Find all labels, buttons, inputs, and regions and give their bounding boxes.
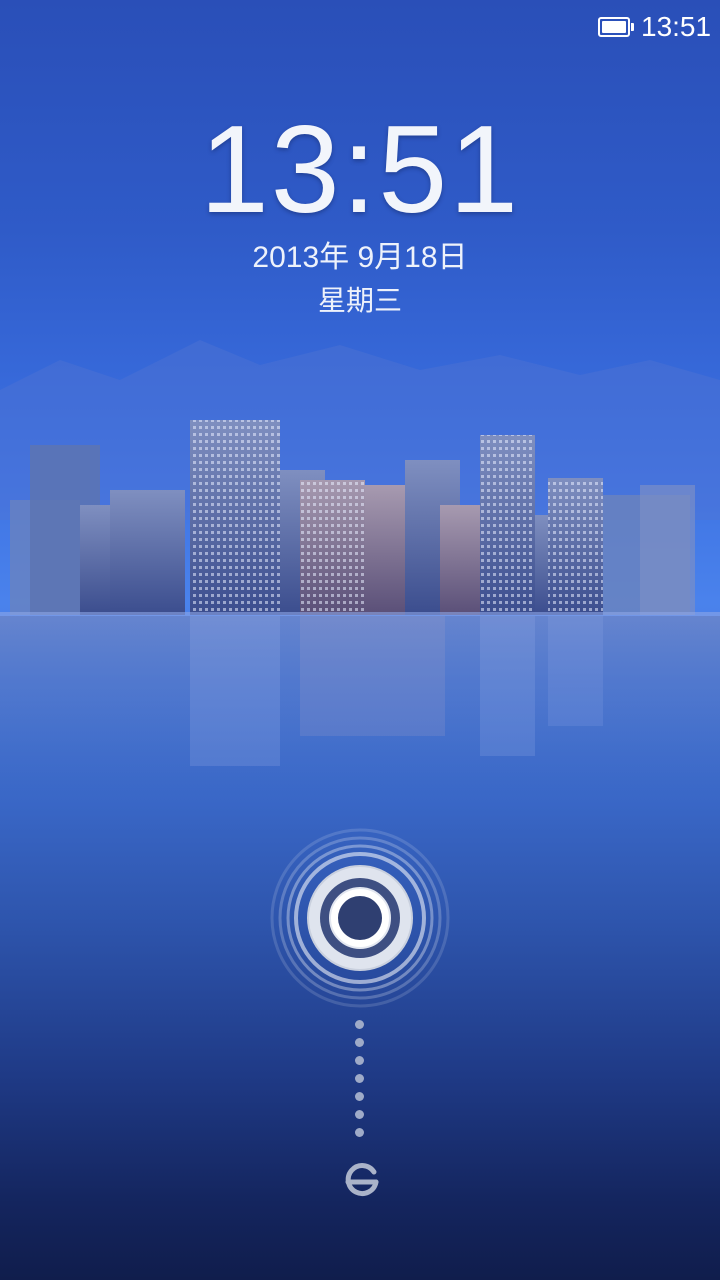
- status-bar-time: 13:51: [641, 11, 712, 42]
- lock-date: 2013年 9月18日: [252, 241, 468, 274]
- lock-weekday: 星期三: [317, 285, 402, 316]
- status-bar: 13:51: [0, 0, 720, 54]
- track-dot: [355, 1092, 364, 1101]
- track-dot: [355, 1110, 364, 1119]
- wallpaper-skyline: [0, 340, 720, 800]
- track-dot: [355, 1128, 364, 1137]
- track-dot: [355, 1056, 364, 1065]
- track-dot: [355, 1038, 364, 1047]
- track-dot: [355, 1020, 364, 1029]
- battery-icon: [598, 17, 634, 37]
- unlock-track: [355, 1020, 365, 1140]
- lock-screen: 13:51 13:51 2013年 9月18日 星期三: [0, 0, 720, 1280]
- unlock-target-icon[interactable]: [340, 1158, 384, 1202]
- lock-clock: 13:51: [199, 101, 521, 239]
- unlock-ring-icon[interactable]: [270, 828, 450, 1008]
- track-dot: [355, 1074, 364, 1083]
